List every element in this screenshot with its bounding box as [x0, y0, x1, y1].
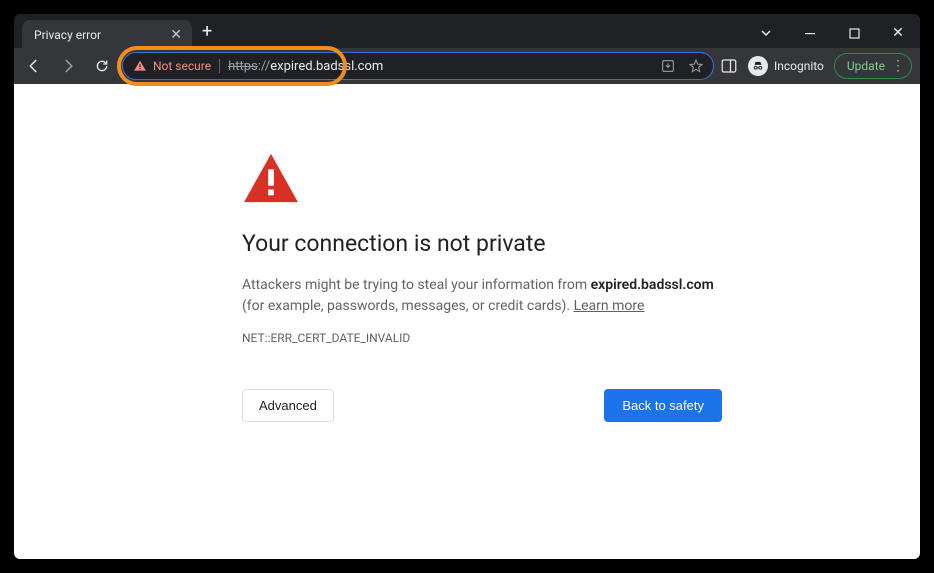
body-host: expired.badssl.com — [591, 277, 714, 293]
back-to-safety-button[interactable]: Back to safety — [604, 389, 722, 422]
warning-triangle-icon — [133, 59, 147, 73]
minimize-button[interactable] — [788, 18, 832, 48]
security-chip[interactable]: Not secure — [133, 59, 211, 73]
bookmark-icon[interactable] — [687, 57, 705, 75]
url-host: expired.badssl.com — [270, 59, 383, 74]
button-row: Advanced Back to safety — [242, 389, 722, 422]
install-icon[interactable] — [659, 57, 677, 75]
incognito-icon — [748, 56, 768, 76]
url-text: https://expired.badssl.com — [228, 59, 383, 74]
omnibox-actions — [659, 57, 705, 75]
window-controls: ✕ — [744, 18, 920, 48]
browser-window: Privacy error ✕ + ✕ — [14, 14, 920, 559]
reload-button[interactable] — [88, 52, 116, 80]
security-label: Not secure — [153, 59, 211, 73]
page-content: Your connection is not private Attackers… — [14, 84, 920, 559]
url-scheme: https — [228, 59, 258, 74]
tab-search-button[interactable] — [744, 18, 788, 48]
update-button[interactable]: Update ⋮ — [834, 53, 912, 79]
error-code: NET::ERR_CERT_DATE_INVALID — [242, 331, 722, 345]
close-icon[interactable]: ✕ — [170, 28, 182, 42]
tab-strip: Privacy error ✕ + — [14, 14, 220, 48]
toolbar-right: Incognito Update ⋮ — [720, 53, 912, 79]
back-button[interactable] — [20, 52, 48, 80]
incognito-indicator[interactable]: Incognito — [748, 56, 824, 76]
tab-active[interactable]: Privacy error ✕ — [22, 20, 192, 50]
learn-more-link[interactable]: Learn more — [574, 298, 645, 314]
address-bar[interactable]: Not secure https://expired.badssl.com — [122, 52, 714, 80]
url-separator: :// — [258, 59, 270, 74]
title-bar: Privacy error ✕ + ✕ — [14, 14, 920, 48]
tab-title: Privacy error — [34, 28, 101, 42]
body-pre: Attackers might be trying to steal your … — [242, 277, 591, 293]
maximize-button[interactable] — [832, 18, 876, 48]
incognito-label: Incognito — [774, 59, 824, 73]
address-bar-wrap: Not secure https://expired.badssl.com — [122, 52, 714, 80]
separator — [219, 59, 220, 73]
menu-icon: ⋮ — [891, 58, 905, 74]
update-label: Update — [847, 59, 885, 73]
warning-triangle-icon — [242, 152, 722, 204]
side-panel-icon[interactable] — [720, 57, 738, 75]
body-post: (for example, passwords, messages, or cr… — [242, 298, 574, 314]
forward-button — [54, 52, 82, 80]
warning-body: Attackers might be trying to steal your … — [242, 275, 722, 317]
advanced-button[interactable]: Advanced — [242, 389, 334, 422]
toolbar: Not secure https://expired.badssl.com — [14, 48, 920, 84]
interstitial: Your connection is not private Attackers… — [242, 152, 722, 422]
page-heading: Your connection is not private — [242, 230, 722, 257]
new-tab-button[interactable]: + — [192, 21, 220, 42]
close-window-button[interactable]: ✕ — [876, 18, 920, 48]
